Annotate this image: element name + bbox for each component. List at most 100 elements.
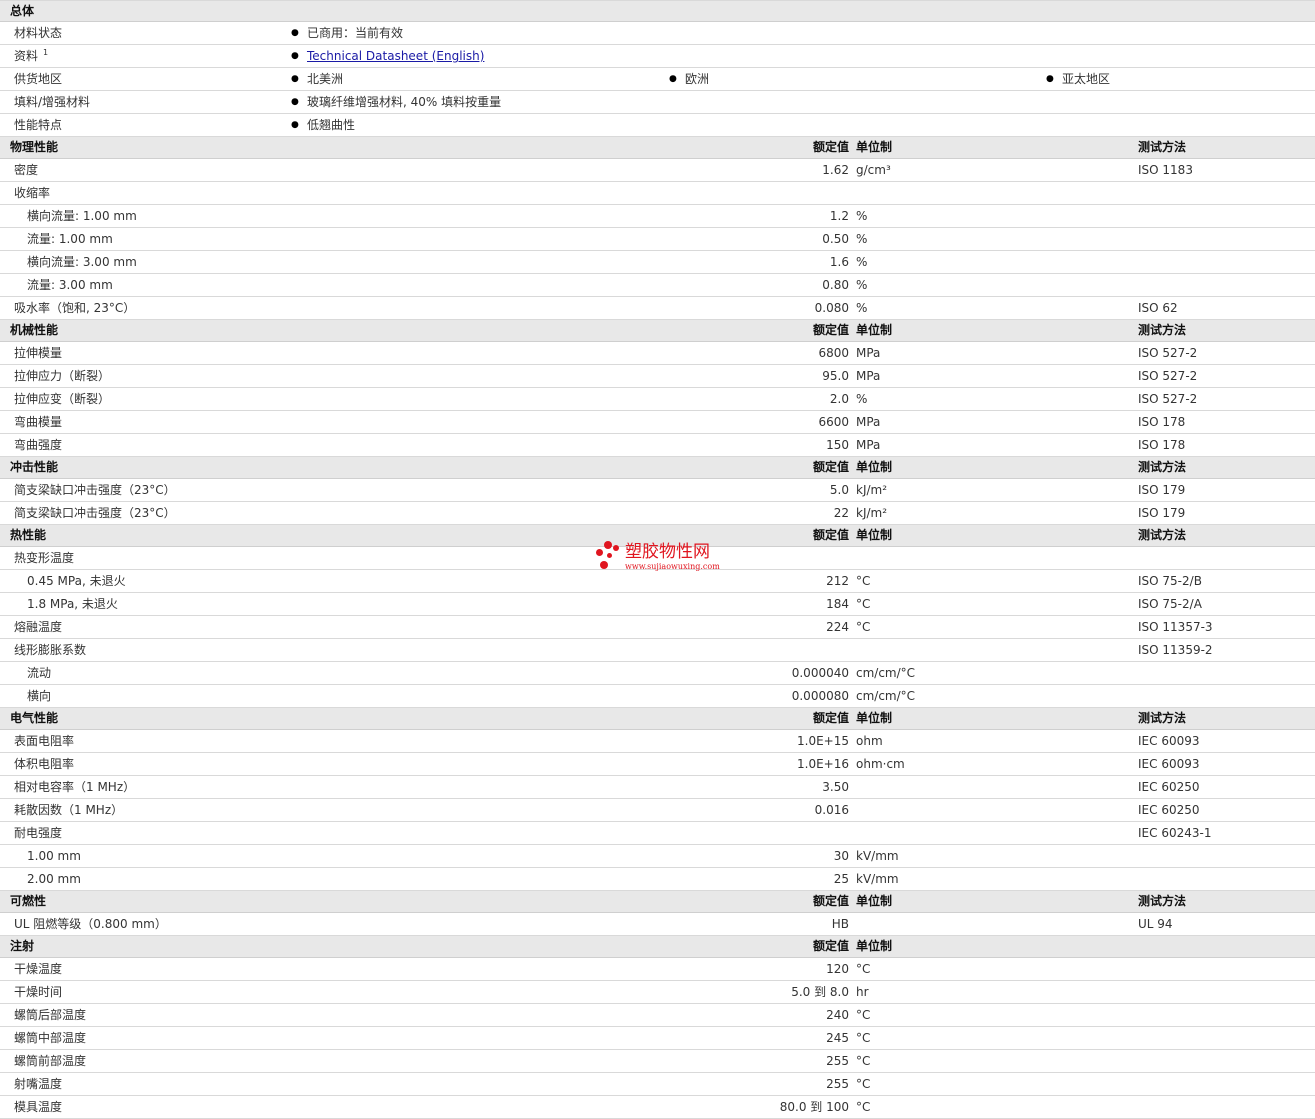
property-label: 熔融温度 <box>14 620 63 634</box>
property-label: 吸水率（饱和, 23°C） <box>14 301 136 315</box>
table-row: 耗散因数（1 MHz） 0.016 IEC 60250 <box>0 799 1315 822</box>
test-method: ISO 11357-3 <box>1138 620 1213 634</box>
property-unit: % <box>856 301 868 315</box>
bullet-text: 低翘曲性 <box>307 118 356 132</box>
column-header-unit: 单位制 <box>856 460 893 474</box>
property-label: 流量: 3.00 mm <box>27 278 113 292</box>
test-method: IEC 60250 <box>1138 780 1200 794</box>
section-title: 总体 <box>10 4 35 18</box>
column-header-unit: 单位制 <box>856 140 893 154</box>
column-header-value: 额定值 <box>812 528 849 542</box>
property-value: 240 <box>826 1008 849 1022</box>
table-row: 拉伸模量 6800 MPa ISO 527-2 <box>0 342 1315 365</box>
property-unit: °C <box>856 1077 871 1091</box>
table-row: 拉伸应力（断裂） 95.0 MPa ISO 527-2 <box>0 365 1315 388</box>
property-value: 245 <box>826 1031 849 1045</box>
property-value: 6800 <box>818 346 849 360</box>
property-unit: % <box>856 255 868 269</box>
table-row: 收缩率 <box>0 182 1315 205</box>
section-header: 冲击性能 额定值 单位制 测试方法 <box>0 457 1315 479</box>
test-method: ISO 527-2 <box>1138 369 1198 383</box>
table-row: 射嘴温度 255 °C <box>0 1073 1315 1096</box>
property-value: 0.080 <box>814 301 849 315</box>
column-header-value: 额定值 <box>812 894 849 908</box>
property-label: 流量: 1.00 mm <box>27 232 113 246</box>
footnote-marker: 1 <box>43 48 49 57</box>
property-label: 耐电强度 <box>14 826 63 840</box>
section-title: 电气性能 <box>10 711 59 725</box>
bullet-icon: ● <box>669 74 677 84</box>
property-label: 表面电阻率 <box>14 734 75 748</box>
property-unit: kV/mm <box>856 849 899 863</box>
property-unit: kV/mm <box>856 872 899 886</box>
table-row: 模具温度 80.0 到 100 °C <box>0 1096 1315 1119</box>
table-row: 横向 0.000080 cm/cm/°C <box>0 685 1315 708</box>
property-label: 横向流量: 3.00 mm <box>27 255 137 269</box>
property-unit: °C <box>856 574 871 588</box>
bullet-text: 亚太地区 <box>1062 72 1111 86</box>
property-value: 3.50 <box>822 780 849 794</box>
property-unit: cm/cm/°C <box>856 666 916 680</box>
section-header: 机械性能 额定值 单位制 测试方法 <box>0 320 1315 342</box>
property-value: 0.016 <box>814 803 849 817</box>
column-header-method: 测试方法 <box>1138 323 1187 337</box>
section-header: 物理性能 额定值 单位制 测试方法 <box>0 137 1315 159</box>
column-header-unit: 单位制 <box>856 711 893 725</box>
property-value: 80.0 到 100 <box>779 1100 849 1114</box>
property-label: 相对电容率（1 MHz） <box>14 780 136 794</box>
table-row: 1.00 mm 30 kV/mm <box>0 845 1315 868</box>
property-label: 弯曲模量 <box>14 415 63 429</box>
test-method: ISO 178 <box>1138 438 1186 452</box>
property-label: 热变形温度 <box>14 551 75 565</box>
table-row: 弯曲模量 6600 MPa ISO 178 <box>0 411 1315 434</box>
test-method: ISO 527-2 <box>1138 346 1198 360</box>
bullet-icon: ● <box>1046 74 1054 84</box>
test-method: ISO 179 <box>1138 506 1186 520</box>
section-header-general: 总体 <box>0 0 1315 22</box>
property-label: UL 阻燃等级（0.800 mm） <box>14 917 167 931</box>
table-row: 螺筒后部温度 240 °C <box>0 1004 1315 1027</box>
bullet-text: 北美洲 <box>307 72 344 86</box>
property-label: 螺筒中部温度 <box>14 1031 87 1045</box>
property-label: 螺筒前部温度 <box>14 1054 87 1068</box>
table-row: 简支梁缺口冲击强度（23°C） 5.0 kJ/m² ISO 179 <box>0 479 1315 502</box>
property-label: 体积电阻率 <box>14 757 75 771</box>
bullet-icon: ● <box>291 51 299 61</box>
property-unit: °C <box>856 962 871 976</box>
datasheet-link[interactable]: Technical Datasheet (English) <box>307 45 484 67</box>
property-value: 0.000040 <box>791 666 849 680</box>
test-method: IEC 60093 <box>1138 734 1200 748</box>
table-row: 横向流量: 1.00 mm 1.2% <box>0 205 1315 228</box>
property-label: 性能特点 <box>14 118 63 132</box>
property-label: 1.00 mm <box>27 849 81 863</box>
column-header-value: 额定值 <box>812 323 849 337</box>
property-label: 收缩率 <box>14 186 51 200</box>
test-method: IEC 60093 <box>1138 757 1200 771</box>
property-value: 120 <box>826 962 849 976</box>
table-row: 拉伸应变（断裂） 2.0% ISO 527-2 <box>0 388 1315 411</box>
property-unit: g/cm³ <box>856 163 891 177</box>
test-method: ISO 62 <box>1138 301 1178 315</box>
property-label: 材料状态 <box>14 26 63 40</box>
table-row: 流动 0.000040 cm/cm/°C <box>0 662 1315 685</box>
section-title: 热性能 <box>10 528 47 542</box>
property-label: 简支梁缺口冲击强度（23°C） <box>14 483 176 497</box>
test-method: ISO 527-2 <box>1138 392 1198 406</box>
general-row: 填料/增强材料 ● 玻璃纤维增强材料, 40% 填料按重量 <box>0 91 1315 114</box>
property-unit: % <box>856 232 868 246</box>
table-row: UL 阻燃等级（0.800 mm） HB UL 94 <box>0 913 1315 936</box>
property-label: 螺筒后部温度 <box>14 1008 87 1022</box>
bullet-icon: ● <box>291 28 299 38</box>
property-value: 2.0 <box>829 392 849 406</box>
column-header-value: 额定值 <box>812 711 849 725</box>
table-row: 吸水率（饱和, 23°C） 0.080% ISO 62 <box>0 297 1315 320</box>
column-header-value: 额定值 <box>812 939 849 953</box>
property-label: 耗散因数（1 MHz） <box>14 803 124 817</box>
property-label: 弯曲强度 <box>14 438 63 452</box>
property-value: 1.2 <box>829 209 849 223</box>
bullet-text: 已商用：当前有效 <box>307 26 404 40</box>
table-row: 流量: 1.00 mm 0.50% <box>0 228 1315 251</box>
table-row: 1.8 MPa, 未退火 184 °C ISO 75-2/A <box>0 593 1315 616</box>
test-method: UL 94 <box>1138 917 1173 931</box>
property-unit: MPa <box>856 438 881 452</box>
